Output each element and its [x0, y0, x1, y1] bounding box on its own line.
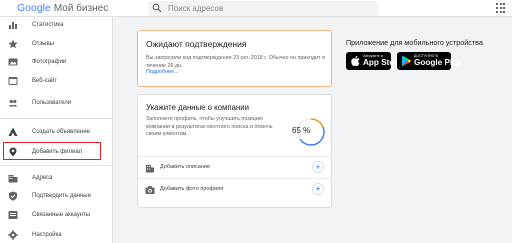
shield-check-icon — [9, 191, 17, 201]
pending-title: Ожидают подтверждения — [146, 39, 247, 49]
star-icon — [8, 39, 18, 49]
sidebar-item-label: Фотографии — [32, 59, 67, 65]
sidebar-item-verify[interactable]: Подтвердить данные — [0, 188, 113, 204]
add-description-button[interactable]: + — [312, 161, 324, 173]
ads-icon — [8, 127, 18, 136]
google-play-badge[interactable]: ДОСТУПНО В Google Play — [397, 52, 461, 70]
mobile-title: Приложение для мобильного устройства — [346, 38, 483, 47]
add-description-label: Добавить описание — [160, 164, 210, 170]
search-input[interactable] — [168, 2, 368, 15]
sidebar-item-create-ad[interactable]: Создать объявление — [0, 124, 113, 140]
buildings-icon — [8, 175, 18, 183]
sidebar-item-statistics[interactable]: Статистика — [0, 17, 113, 33]
google-play-icon — [402, 55, 412, 67]
top-bar: Google Мой бизнес — [0, 0, 512, 17]
sidebar-item-linked-accounts[interactable]: Связанные аккаунты — [0, 207, 113, 223]
sidebar-item-reviews[interactable]: Отзывы — [0, 36, 113, 52]
sidebar-item-label: Связанные аккаунты — [32, 212, 91, 218]
apps-grid-icon[interactable] — [496, 3, 506, 13]
bar-chart-icon — [9, 22, 17, 29]
company-text: Заполните профиль, чтобы улучшить позици… — [146, 116, 273, 138]
sidebar-item-label: Адреса — [32, 175, 53, 181]
sidebar-item-photos[interactable]: Фотографии — [0, 54, 113, 70]
pending-verification-card: Ожидают подтверждения Вы запросили код п… — [137, 30, 332, 87]
sidebar-item-website[interactable]: Веб-сайт — [0, 73, 113, 89]
mobile-app-section: Приложение для мобильного устройства Заг… — [346, 38, 506, 78]
storefront-icon — [146, 165, 154, 173]
add-profile-photo-row[interactable]: Добавить фото профиля + — [138, 178, 331, 200]
add-profile-photo-label: Добавить фото профиля — [160, 186, 224, 192]
profile-progress-label: 65 % — [292, 126, 311, 135]
website-icon — [8, 77, 18, 85]
logo-product: Мой бизнес — [53, 3, 109, 14]
sidebar-divider — [0, 165, 113, 166]
app-store-badge[interactable]: Загрузите в App Store — [346, 52, 402, 70]
sidebar-item-label: Статистика — [32, 22, 64, 28]
users-icon — [8, 99, 18, 107]
google-my-business-logo[interactable]: Google Мой бизнес — [17, 2, 108, 15]
company-title: Укажите данные о компании — [146, 103, 249, 112]
sidebar-item-label: Подтвердить данные — [32, 193, 91, 199]
sidebar-item-label: Настройка — [32, 232, 62, 238]
sidebar-item-users[interactable]: Пользователи — [0, 95, 113, 111]
gear-icon — [8, 230, 18, 240]
pending-text: Вы запросили код подтверждения 23 окт. 2… — [146, 55, 325, 69]
company-info-card: Укажите данные о компании Заполните проф… — [137, 94, 332, 208]
google-play-label: Google Play — [414, 58, 462, 67]
sidebar-item-label: Отзывы — [32, 41, 54, 47]
sidebar-item-label: Пользователи — [32, 100, 72, 106]
camera-icon — [145, 186, 155, 194]
sidebar: Статистика Отзывы Фотографии Веб-сайт По… — [0, 17, 113, 243]
logo-google: Google — [17, 2, 51, 14]
search-box[interactable] — [148, 1, 378, 16]
sidebar-item-label: Создать объявление — [32, 129, 90, 135]
highlight-box — [3, 142, 101, 160]
photo-icon — [8, 58, 18, 66]
linked-accounts-icon — [8, 211, 18, 219]
add-profile-photo-button[interactable]: + — [312, 183, 324, 195]
sidebar-item-addresses[interactable]: Адреса — [0, 170, 113, 186]
sidebar-item-settings[interactable]: Настройка — [0, 227, 113, 243]
apple-icon — [351, 55, 360, 66]
sidebar-item-label: Веб-сайт — [32, 78, 58, 84]
pending-more-link[interactable]: Подробнее... — [146, 69, 178, 75]
add-description-row[interactable]: Добавить описание + — [138, 156, 331, 178]
search-icon — [152, 3, 162, 13]
sidebar-divider — [0, 118, 113, 119]
